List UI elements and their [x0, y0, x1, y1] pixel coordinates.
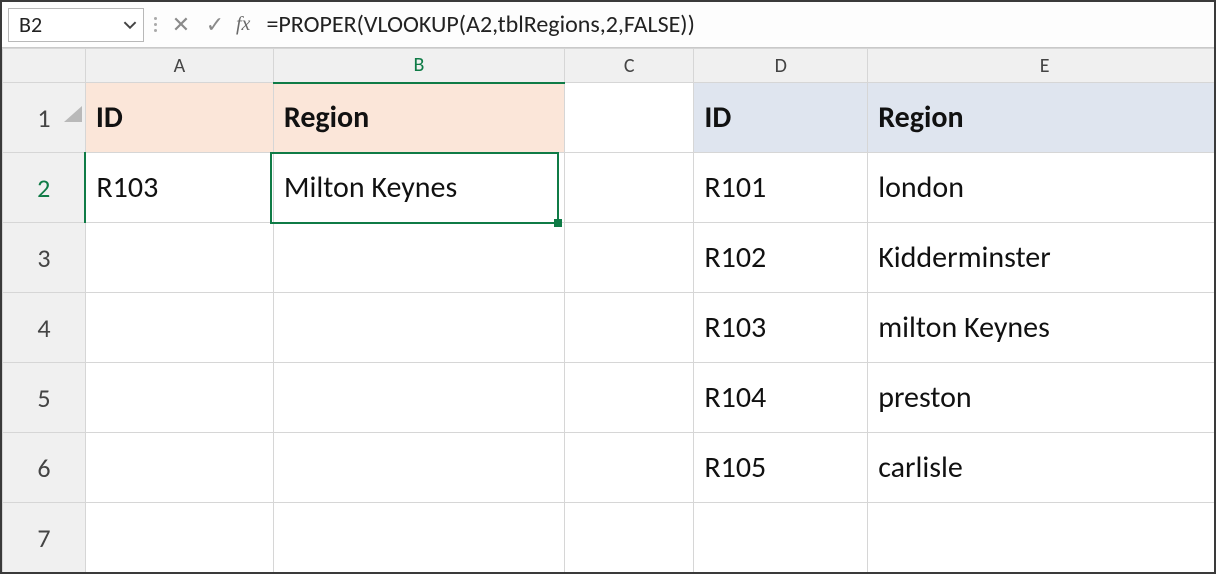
row-6: 6 R105 carlisle [3, 433, 1215, 503]
cell-C3[interactable] [564, 223, 693, 293]
cell-E6[interactable]: carlisle [868, 433, 1214, 503]
row-header-2[interactable]: 2 [3, 153, 86, 223]
row-3: 3 R102 Kidderminster [3, 223, 1215, 293]
formula-input[interactable]: =PROPER(VLOOKUP(A2,tblRegions,2,FALSE)) [260, 8, 1208, 42]
cell-D3[interactable]: R102 [694, 223, 868, 293]
row-header-4[interactable]: 4 [3, 293, 86, 363]
cell-E1[interactable]: Region [868, 83, 1214, 153]
cell-C1[interactable] [564, 83, 693, 153]
cell-B6[interactable] [273, 433, 564, 503]
cell-A5[interactable] [85, 363, 273, 433]
cancel-button[interactable]: ✕ [166, 10, 196, 40]
chevron-down-icon [123, 18, 137, 32]
col-header-A[interactable]: A [85, 49, 273, 83]
cell-A4[interactable] [85, 293, 273, 363]
cell-C4[interactable] [564, 293, 693, 363]
check-icon: ✓ [206, 11, 224, 38]
cell-B1[interactable]: Region [273, 83, 564, 153]
cell-D5[interactable]: R104 [694, 363, 868, 433]
cell-C2[interactable] [564, 153, 693, 223]
formula-bar: B2 ✕ ✓ fx =PROPER(VLOOKUP(A2,tblRegions,… [2, 2, 1214, 48]
row-1: 1 ID Region ID Region [3, 83, 1215, 153]
cell-C5[interactable] [564, 363, 693, 433]
name-box[interactable]: B2 [8, 8, 144, 42]
cell-D6[interactable]: R105 [694, 433, 868, 503]
col-header-C[interactable]: C [564, 49, 693, 83]
cell-B3[interactable] [273, 223, 564, 293]
cell-E3[interactable]: Kidderminster [868, 223, 1214, 293]
name-box-value: B2 [19, 11, 42, 38]
cell-B5[interactable] [273, 363, 564, 433]
cell-D4[interactable]: R103 [694, 293, 868, 363]
cell-A6[interactable] [85, 433, 273, 503]
separator-dots [148, 17, 162, 32]
row-4: 4 R103 milton Keynes [3, 293, 1215, 363]
row-5: 5 R104 preston [3, 363, 1215, 433]
cell-B4[interactable] [273, 293, 564, 363]
col-header-D[interactable]: D [694, 49, 868, 83]
cell-A2[interactable]: R103 [85, 153, 273, 223]
cell-E4[interactable]: milton Keynes [868, 293, 1214, 363]
worksheet[interactable]: A B C D E 1 ID Region ID Region 2 [2, 48, 1214, 572]
fx-label: fx [236, 13, 250, 35]
fx-button[interactable]: fx [234, 13, 256, 36]
cell-B7[interactable] [273, 503, 564, 573]
col-header-B[interactable]: B [273, 49, 564, 83]
cell-E7[interactable] [868, 503, 1214, 573]
row-header-7[interactable]: 7 [3, 503, 86, 573]
cell-A7[interactable] [85, 503, 273, 573]
cell-C6[interactable] [564, 433, 693, 503]
row-header-6[interactable]: 6 [3, 433, 86, 503]
row-header-3[interactable]: 3 [3, 223, 86, 293]
col-header-E[interactable]: E [868, 49, 1214, 83]
grid: A B C D E 1 ID Region ID Region 2 [2, 48, 1214, 572]
cell-A1[interactable]: ID [85, 83, 273, 153]
cell-D2[interactable]: R101 [694, 153, 868, 223]
excel-window: B2 ✕ ✓ fx =PROPER(VLOOKUP(A2,tblRegions,… [0, 0, 1216, 574]
corner-cell[interactable] [3, 49, 86, 83]
row-2: 2 R103 Milton Keynes R101 london [3, 153, 1215, 223]
x-icon: ✕ [172, 11, 190, 38]
cell-E2[interactable]: london [868, 153, 1214, 223]
column-header-row: A B C D E [3, 49, 1215, 83]
cell-D1[interactable]: ID [694, 83, 868, 153]
cell-C7[interactable] [564, 503, 693, 573]
row-header-5[interactable]: 5 [3, 363, 86, 433]
cell-B2[interactable]: Milton Keynes [273, 153, 564, 223]
cell-D7[interactable] [694, 503, 868, 573]
enter-button[interactable]: ✓ [200, 10, 230, 40]
formula-text: =PROPER(VLOOKUP(A2,tblRegions,2,FALSE)) [266, 10, 694, 39]
row-7: 7 [3, 503, 1215, 573]
row-header-1[interactable]: 1 [3, 83, 86, 153]
cell-A3[interactable] [85, 223, 273, 293]
cell-E5[interactable]: preston [868, 363, 1214, 433]
